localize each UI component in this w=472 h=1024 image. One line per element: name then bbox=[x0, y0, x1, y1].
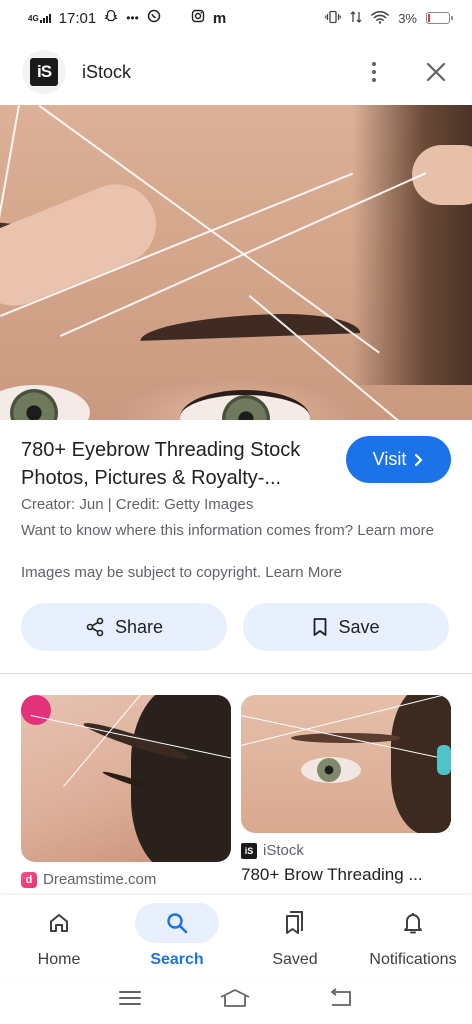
site-logo[interactable]: iS bbox=[22, 50, 66, 94]
copyright-notice[interactable]: Images may be subject to copyright. Lear… bbox=[21, 562, 451, 583]
clock: 17:01 bbox=[58, 9, 97, 27]
back-icon[interactable] bbox=[328, 988, 354, 1013]
wifi-icon bbox=[371, 10, 390, 27]
share-icon bbox=[86, 617, 104, 637]
battery-icon bbox=[426, 12, 453, 24]
system-nav bbox=[0, 977, 472, 1024]
share-label: Share bbox=[114, 616, 164, 637]
m-icon: m bbox=[212, 9, 227, 27]
data-arrows-icon bbox=[350, 10, 362, 27]
related-title[interactable]: 780+ Brow Threading ... bbox=[241, 865, 423, 885]
more-dots: ••• bbox=[126, 11, 139, 25]
nav-label: Saved bbox=[272, 951, 318, 968]
network-type: 4G bbox=[28, 14, 39, 23]
bottom-nav: Home Search Saved Notifications bbox=[0, 895, 472, 977]
home-icon bbox=[17, 903, 101, 943]
nav-home[interactable]: Home bbox=[0, 895, 118, 977]
istock-logo-icon: iS bbox=[30, 58, 58, 86]
bell-icon bbox=[371, 903, 455, 943]
status-right: 3% bbox=[325, 10, 453, 27]
close-icon[interactable] bbox=[422, 58, 450, 86]
site-name[interactable]: iStock bbox=[82, 62, 131, 83]
share-button[interactable]: Share bbox=[21, 603, 227, 651]
bookmarks-icon bbox=[253, 903, 337, 943]
preview-image[interactable] bbox=[0, 105, 472, 420]
source-header: iS iStock bbox=[0, 44, 472, 100]
related-source-name: Dreamstime.com bbox=[43, 871, 157, 888]
visit-button[interactable]: Visit bbox=[346, 436, 451, 483]
istock-icon: iS bbox=[241, 842, 257, 859]
battery-percent: 3% bbox=[398, 10, 417, 26]
nav-saved[interactable]: Saved bbox=[236, 895, 354, 977]
result-title[interactable]: 780+ Eyebrow Threading Stock Photos, Pic… bbox=[21, 436, 331, 492]
signal-icon: 4G bbox=[28, 13, 51, 23]
home-system-icon[interactable] bbox=[219, 987, 251, 1014]
chevron-right-icon bbox=[415, 453, 423, 466]
save-label: Save bbox=[338, 616, 380, 637]
menu-icon[interactable] bbox=[118, 989, 142, 1012]
related-source[interactable]: d Dreamstime.com bbox=[21, 871, 156, 888]
nav-label: Home bbox=[37, 951, 81, 968]
divider bbox=[0, 673, 472, 674]
status-left: 4G 17:01 ••• m bbox=[28, 9, 226, 27]
status-bar: 4G 17:01 ••• m 3% bbox=[0, 0, 472, 36]
viber-icon bbox=[147, 9, 161, 27]
related-source-name: iStock bbox=[263, 842, 304, 859]
instagram-icon bbox=[191, 9, 205, 27]
vibrate-icon bbox=[325, 10, 342, 27]
save-button[interactable]: Save bbox=[243, 603, 449, 651]
search-icon bbox=[135, 903, 219, 943]
dreamstime-icon: d bbox=[21, 871, 37, 888]
nav-notifications[interactable]: Notifications bbox=[354, 895, 472, 977]
visit-label: Visit bbox=[372, 449, 407, 469]
related-image[interactable] bbox=[21, 695, 231, 862]
nav-label: Search bbox=[150, 951, 204, 968]
bookmark-icon bbox=[314, 618, 327, 636]
nav-label: Notifications bbox=[369, 951, 457, 968]
related-image[interactable] bbox=[241, 695, 451, 833]
creator-credit: Creator: Jun | Credit: Getty Images bbox=[21, 496, 254, 513]
related-source[interactable]: iS iStock bbox=[241, 842, 304, 859]
snapchat-icon bbox=[104, 9, 118, 27]
info-source-link[interactable]: Want to know where this information come… bbox=[21, 520, 451, 541]
nav-search[interactable]: Search bbox=[118, 895, 236, 977]
more-options-icon[interactable] bbox=[360, 54, 388, 90]
